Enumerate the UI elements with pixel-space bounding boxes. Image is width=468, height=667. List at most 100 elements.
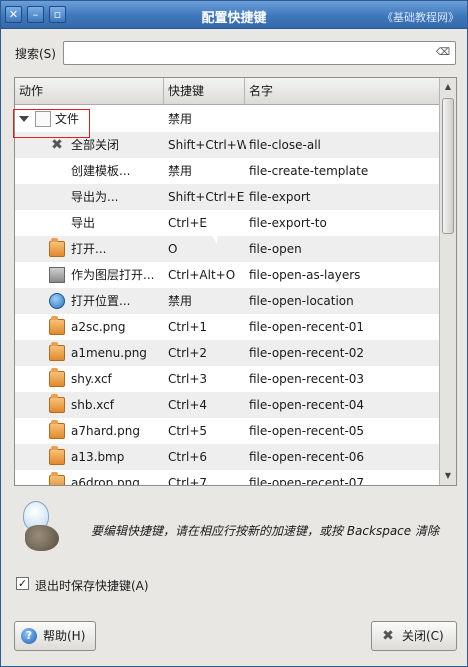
row-name bbox=[249, 106, 439, 132]
row-action: shy.xcf bbox=[71, 372, 112, 386]
tree-row[interactable]: 导出为... Shift+Ctrl+E file-export bbox=[15, 184, 440, 210]
shortcuts-dialog: ✕ – ▫ 配置快捷键 《基础教程网》 搜索(S) ⌫ 动作 快捷键 名字 文件… bbox=[0, 0, 468, 667]
document-icon bbox=[35, 111, 51, 127]
save-on-exit-label[interactable]: 退出时保存快捷键(A) bbox=[35, 577, 149, 594]
tree-row[interactable]: a2sc.png Ctrl+1 file-open-recent-01 bbox=[15, 314, 440, 340]
help-button-label: 帮助(H) bbox=[43, 629, 86, 643]
row-name: file-open-recent-01 bbox=[249, 320, 365, 334]
row-action: shb.xcf bbox=[71, 398, 115, 412]
close-icon: ✖ bbox=[382, 628, 394, 644]
row-action: a1menu.png bbox=[71, 346, 147, 360]
folder-icon bbox=[49, 316, 65, 335]
title-bar[interactable]: ✕ – ▫ 配置快捷键 《基础教程网》 bbox=[1, 1, 467, 29]
vertical-scrollbar[interactable]: ▲ ▼ bbox=[439, 78, 456, 485]
search-label: 搜索(S) bbox=[15, 47, 56, 61]
row-action: a6drop.png bbox=[71, 476, 140, 485]
tree-row[interactable]: 打开位置... 禁用 file-open-location bbox=[15, 288, 440, 314]
row-shortcut[interactable]: Ctrl+2 bbox=[168, 340, 246, 366]
close-button-label: 关闭(C) bbox=[402, 629, 444, 643]
scroll-down-icon[interactable]: ▼ bbox=[442, 470, 454, 482]
row-action: a2sc.png bbox=[71, 320, 126, 334]
layers-icon bbox=[49, 267, 65, 283]
row-shortcut[interactable]: Shift+Ctrl+W bbox=[168, 132, 246, 158]
hint-text: 要编辑快捷键，请在相应行按新的加速键，或按 Backspace 清除 bbox=[91, 524, 439, 538]
row-action: 创建模板... bbox=[71, 164, 131, 178]
tree-header: 动作 快捷键 名字 bbox=[15, 78, 440, 105]
tree-row[interactable]: a7hard.png Ctrl+5 file-open-recent-05 bbox=[15, 418, 440, 444]
row-action: 全部关闭 bbox=[71, 138, 120, 152]
row-shortcut[interactable]: Ctrl+3 bbox=[168, 366, 246, 392]
row-shortcut[interactable]: Ctrl+7 bbox=[168, 470, 246, 485]
row-shortcut[interactable]: Shift+Ctrl+E bbox=[168, 184, 246, 210]
folder-icon bbox=[49, 238, 65, 257]
save-on-exit-checkbox[interactable]: ✓ bbox=[16, 577, 29, 590]
row-action: 导出 bbox=[71, 216, 96, 230]
row-name: file-open bbox=[249, 242, 302, 256]
row-name: file-open-as-layers bbox=[249, 268, 361, 282]
folder-icon bbox=[49, 420, 65, 439]
row-shortcut[interactable]: 禁用 bbox=[168, 288, 246, 314]
wilber-mascot-icon bbox=[25, 525, 59, 551]
row-shortcut[interactable]: Ctrl+1 bbox=[168, 314, 246, 340]
help-icon: ? bbox=[21, 628, 37, 644]
tree-row[interactable]: ✖ 全部关闭 Shift+Ctrl+W file-close-all bbox=[15, 132, 440, 158]
tree-row[interactable]: shb.xcf Ctrl+4 file-open-recent-04 bbox=[15, 392, 440, 418]
scroll-up-icon[interactable]: ▲ bbox=[442, 81, 454, 93]
folder-icon bbox=[49, 368, 65, 387]
row-shortcut[interactable]: Ctrl+Alt+O bbox=[168, 262, 246, 288]
folder-icon bbox=[49, 394, 65, 413]
tree-row[interactable]: shy.xcf Ctrl+3 file-open-recent-03 bbox=[15, 366, 440, 392]
row-name: file-export-to bbox=[249, 216, 327, 230]
row-shortcut[interactable]: Ctrl+6 bbox=[168, 444, 246, 470]
tree-row[interactable]: 打开... Ofile-open bbox=[15, 236, 440, 262]
row-name: file-open-recent-04 bbox=[249, 398, 365, 412]
row-action: 文件 bbox=[55, 112, 80, 126]
folder-icon bbox=[49, 342, 65, 361]
row-action: a13.bmp bbox=[71, 450, 125, 464]
row-action: 打开位置... bbox=[71, 294, 131, 308]
row-shortcut[interactable]: O bbox=[168, 236, 246, 262]
column-header-shortcut[interactable]: 快捷键 bbox=[164, 78, 245, 104]
tree-row[interactable]: a6drop.png Ctrl+7 file-open-recent-07 bbox=[15, 470, 440, 485]
folder-icon bbox=[49, 446, 65, 465]
column-header-action[interactable]: 动作 bbox=[15, 78, 164, 104]
row-shortcut[interactable]: 禁用 bbox=[168, 106, 246, 132]
row-action: 打开... bbox=[71, 242, 107, 256]
tree-row[interactable]: a13.bmp Ctrl+6 file-open-recent-06 bbox=[15, 444, 440, 470]
folder-icon bbox=[49, 472, 65, 485]
expander-icon[interactable] bbox=[19, 116, 29, 122]
row-name: file-export bbox=[249, 190, 311, 204]
scroll-thumb[interactable] bbox=[442, 98, 454, 234]
row-action: 导出为... bbox=[71, 190, 119, 204]
close-button[interactable]: ✖ 关闭(C) bbox=[371, 621, 457, 651]
row-action: a7hard.png bbox=[71, 424, 140, 438]
row-name: file-open-location bbox=[249, 294, 354, 308]
row-name: file-open-recent-02 bbox=[249, 346, 365, 360]
column-header-name[interactable]: 名字 bbox=[245, 78, 440, 104]
help-button[interactable]: ? 帮助(H) bbox=[14, 621, 96, 651]
row-name: file-open-recent-03 bbox=[249, 372, 365, 386]
clear-search-icon[interactable]: ⌫ bbox=[435, 47, 451, 59]
gimp-wilber-hint-icon bbox=[15, 499, 63, 555]
tree-rows: 文件 禁用 ✖ 全部关闭 Shift+Ctrl+W file-close-all 创建模板.… bbox=[15, 106, 440, 485]
row-name: file-open-recent-05 bbox=[249, 424, 365, 438]
search-input[interactable]: ⌫ bbox=[63, 41, 456, 65]
row-name: file-open-recent-06 bbox=[249, 450, 365, 464]
tree-row[interactable]: 创建模板... 禁用 file-create-template bbox=[15, 158, 440, 184]
row-shortcut[interactable]: Ctrl+4 bbox=[168, 392, 246, 418]
watermark-text: 《基础教程网》 bbox=[382, 11, 459, 24]
tree-row[interactable]: 导出 Ctrl+E file-export-to bbox=[15, 210, 440, 236]
row-shortcut[interactable]: Ctrl+5 bbox=[168, 418, 246, 444]
row-name: file-open-recent-07 bbox=[249, 476, 365, 485]
tree-row[interactable]: 文件 禁用 bbox=[15, 106, 440, 132]
shortcut-tree: 动作 快捷键 名字 文件 禁用 ✖ 全部关闭 Shift+Ctrl+W file-clos… bbox=[14, 77, 457, 486]
tree-row[interactable]: 作为图层打开... Ctrl+Alt+O file-open-as-layers bbox=[15, 262, 440, 288]
row-shortcut[interactable]: Ctrl+E bbox=[168, 210, 246, 236]
x-icon: ✖ bbox=[51, 137, 63, 153]
row-shortcut[interactable]: 禁用 bbox=[168, 158, 246, 184]
globe-icon bbox=[49, 293, 65, 309]
row-name: file-create-template bbox=[249, 164, 369, 178]
row-name: file-close-all bbox=[249, 138, 321, 152]
tree-row[interactable]: a1menu.png Ctrl+2 file-open-recent-02 bbox=[15, 340, 440, 366]
row-action: 作为图层打开... bbox=[71, 268, 155, 282]
